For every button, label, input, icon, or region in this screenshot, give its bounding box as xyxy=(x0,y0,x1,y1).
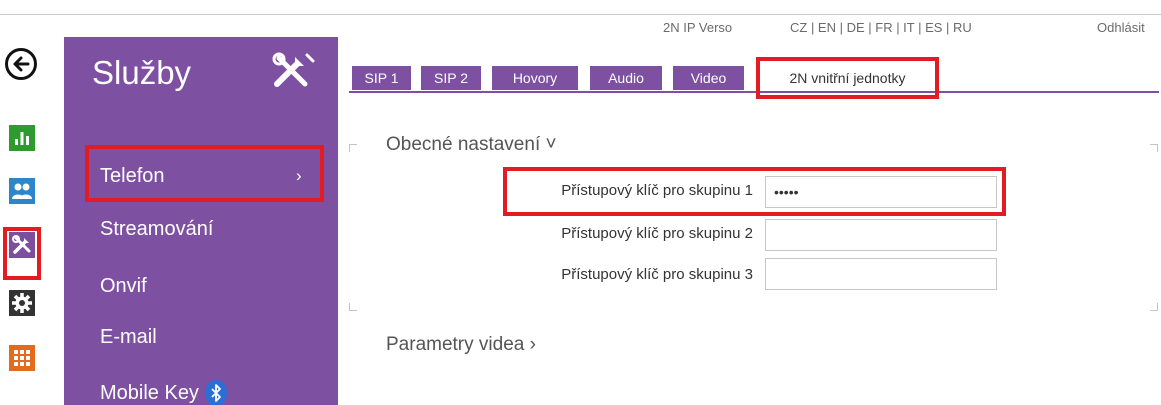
sidebar-item-label: Mobile Key xyxy=(100,381,199,404)
device-name: 2N IP Verso xyxy=(663,20,733,35)
nav-users-button[interactable] xyxy=(9,178,35,204)
services-highlight-box xyxy=(3,227,41,280)
section-frame-corner xyxy=(349,303,357,311)
tabs-underline xyxy=(349,91,1159,93)
tab-audio[interactable]: Audio xyxy=(590,66,662,90)
group-key-2-field[interactable] xyxy=(765,219,997,251)
sidebar-item-email[interactable]: E-mail xyxy=(100,326,157,349)
video-parameters-toggle[interactable]: Parametry videa › xyxy=(386,334,536,356)
sidebar-item-mobile-key[interactable]: Mobile Key xyxy=(100,380,227,405)
services-sidebar: Služby Telefon › Streamování Onvif E-mai… xyxy=(64,37,338,405)
bar-chart-icon xyxy=(15,132,29,145)
gear-icon xyxy=(12,293,32,313)
sidebar-item-streaming[interactable]: Streamování xyxy=(100,218,213,241)
bluetooth-icon xyxy=(204,380,227,405)
logout-link[interactable]: Odhlásit xyxy=(1097,20,1145,38)
users-icon xyxy=(12,183,32,199)
nav-status-button[interactable] xyxy=(9,125,35,151)
tools-icon xyxy=(272,52,315,87)
arrow-left-icon xyxy=(13,56,30,72)
back-button[interactable] xyxy=(5,48,37,80)
sidebar-title: Služby xyxy=(92,54,192,91)
section-frame-corner xyxy=(349,144,357,152)
top-divider xyxy=(0,14,1161,15)
tab-calls[interactable]: Hovory xyxy=(492,66,578,90)
tab-highlight-box xyxy=(756,57,939,99)
group-key-3-label: Přístupový klíč pro skupinu 3 xyxy=(561,266,753,283)
group-key-3-field[interactable] xyxy=(765,258,997,290)
nav-system-button[interactable] xyxy=(9,290,35,316)
sidebar-item-onvif[interactable]: Onvif xyxy=(100,275,147,298)
field-highlight-box xyxy=(503,167,1006,216)
grid-icon xyxy=(14,350,30,366)
tab-video[interactable]: Video xyxy=(673,66,744,90)
language-switcher[interactable]: CZ | EN | DE | FR | IT | ES | RU xyxy=(790,20,972,38)
telefon-highlight-box xyxy=(85,145,324,202)
nav-apps-button[interactable] xyxy=(9,345,35,371)
tab-sip-1[interactable]: SIP 1 xyxy=(352,66,411,90)
general-settings-toggle[interactable]: Obecné nastavení ˅ xyxy=(386,134,557,156)
group-key-2-label: Přístupový klíč pro skupinu 2 xyxy=(561,225,753,242)
tab-sip-2[interactable]: SIP 2 xyxy=(421,66,481,90)
section-frame-corner xyxy=(1150,144,1158,152)
section-frame-corner xyxy=(1150,303,1158,311)
